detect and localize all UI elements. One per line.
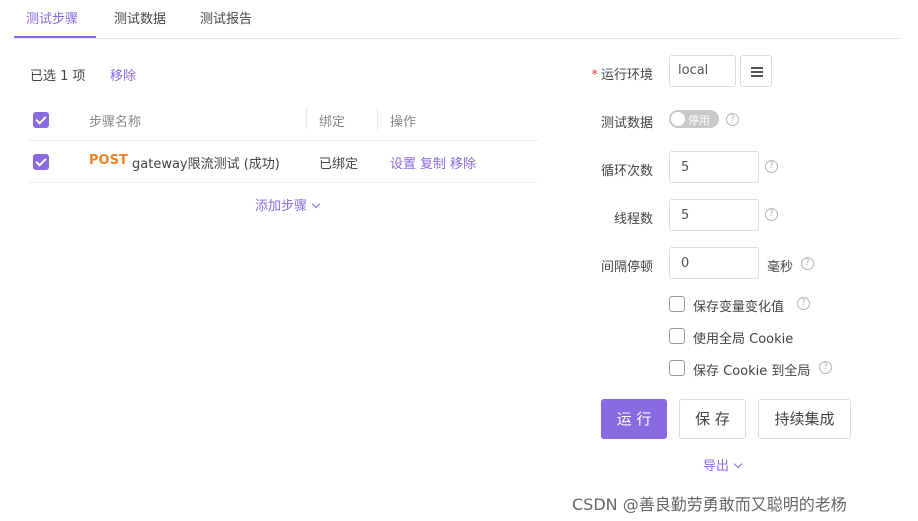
export-label: 导出 (703, 459, 730, 474)
divider (28, 140, 538, 141)
divider (28, 182, 538, 183)
threads-input[interactable]: 5 (669, 199, 759, 231)
help-icon: ? (797, 297, 810, 310)
tab-test-report[interactable]: 测试报告 (200, 8, 252, 27)
use-global-cookie-label: 使用全局 Cookie (693, 332, 794, 347)
remove-link[interactable]: 移除 (450, 157, 476, 172)
env-menu-button[interactable] (740, 55, 772, 87)
tab-bar: 测试步骤 测试数据 测试报告 (14, 0, 900, 39)
help-icon: ? (801, 257, 814, 270)
row-checkbox[interactable] (33, 154, 49, 170)
chevron-down-icon (733, 459, 743, 469)
column-header-actions: 操作 (390, 115, 417, 130)
column-divider (377, 108, 378, 130)
required-marker: * (591, 68, 598, 83)
http-method-badge: POST (89, 153, 128, 168)
selection-count: 已选 1 项 (30, 69, 86, 84)
settings-link[interactable]: 设置 (390, 157, 416, 172)
help-icon: ? (819, 361, 832, 374)
remove-selected-link[interactable]: 移除 (110, 65, 136, 84)
use-global-cookie-checkbox[interactable] (669, 328, 685, 344)
help-icon: ? (765, 160, 778, 173)
active-tab-indicator (14, 36, 96, 38)
run-button[interactable]: 运 行 (601, 399, 667, 439)
column-header-bound: 绑定 (319, 115, 346, 130)
step-name: gateway限流测试 (成功) (132, 157, 280, 172)
interval-label: 间隔停顿 (600, 260, 653, 275)
test-data-label: 测试数据 (600, 116, 653, 131)
add-step-button[interactable]: 添加步骤 (255, 195, 321, 214)
interval-input[interactable]: 0 (669, 247, 759, 279)
save-button[interactable]: 保 存 (679, 399, 746, 439)
threads-label: 线程数 (613, 212, 653, 227)
help-icon: ? (726, 113, 739, 126)
save-cookie-global-checkbox[interactable] (669, 360, 685, 376)
watermark: CSDN @善良勤劳勇敢而又聪明的老杨 (572, 495, 847, 514)
row-actions: 设置 复制 移除 (390, 153, 480, 172)
loops-label: 循环次数 (600, 164, 653, 179)
copy-link[interactable]: 复制 (420, 157, 446, 172)
toggle-text: 停用 (688, 114, 710, 127)
tab-test-steps[interactable]: 测试步骤 (26, 8, 78, 27)
add-step-label: 添加步骤 (255, 199, 308, 214)
interval-unit: 毫秒 (767, 260, 794, 275)
bound-status: 已绑定 (319, 157, 359, 172)
help-icon: ? (765, 208, 778, 221)
select-all-checkbox[interactable] (33, 112, 49, 128)
tab-test-data[interactable]: 测试数据 (114, 8, 166, 27)
save-cookie-global-label: 保存 Cookie 到全局 (693, 364, 811, 379)
loops-input[interactable]: 5 (669, 151, 759, 183)
env-label: * 运行环境 (591, 68, 653, 83)
save-variable-changes-checkbox[interactable] (669, 296, 685, 312)
export-button[interactable]: 导出 (703, 455, 743, 474)
save-variable-changes-label: 保存变量变化值 (693, 300, 785, 315)
column-header-step-name: 步骤名称 (89, 115, 142, 130)
column-divider (306, 108, 307, 130)
chevron-down-icon (311, 199, 321, 209)
continuous-integration-button[interactable]: 持续集成 (758, 399, 851, 439)
env-select[interactable]: local (669, 55, 736, 87)
toggle-knob (671, 112, 685, 126)
test-data-toggle[interactable]: 停用 (669, 110, 719, 128)
